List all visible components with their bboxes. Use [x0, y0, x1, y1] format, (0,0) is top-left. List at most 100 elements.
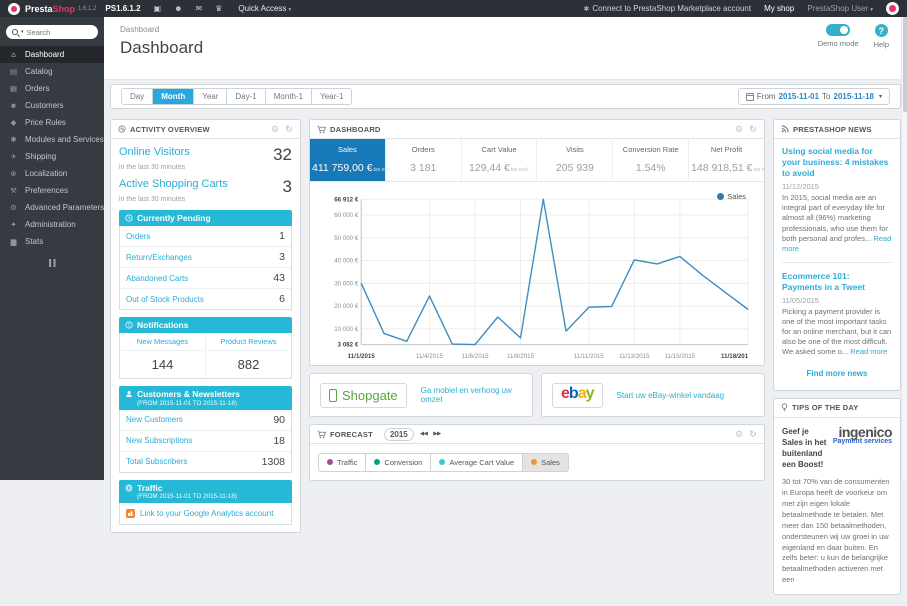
sidebar-item-localization[interactable]: ⊕Localization	[0, 165, 104, 182]
search-input[interactable]	[27, 28, 79, 37]
pending-row-returns[interactable]: Return/Exchanges3	[120, 247, 291, 268]
forecast-toggle-conversion[interactable]: Conversion	[366, 454, 431, 471]
quick-access-menu[interactable]: Quick Access▾	[238, 4, 291, 13]
demo-mode-toggle[interactable]: Demo mode	[818, 24, 859, 49]
sidebar-item-advanced-parameters[interactable]: ⚙Advanced Parameters	[0, 199, 104, 216]
kpi-tab-sales[interactable]: Sales 411 759,00 €tax excl.	[310, 139, 386, 181]
range-button-year[interactable]: Year	[194, 89, 227, 104]
pending-row-abandoned-carts[interactable]: Abandoned Carts43	[120, 268, 291, 289]
shopgate-link[interactable]: Ga mobiel en verhoog uw omzet	[421, 386, 522, 404]
mail-icon[interactable]: ✉	[196, 4, 203, 13]
kpi-tab-net-profit[interactable]: Net Profit 148 918,51 €tax excl.	[689, 139, 764, 181]
range-button-day[interactable]: Day	[122, 89, 153, 104]
scrollbar-track[interactable]	[901, 17, 907, 480]
ebay-link[interactable]: Start uw eBay-winkel vandaag	[617, 391, 725, 400]
pending-row-out-of-stock[interactable]: Out of Stock Products6	[120, 289, 291, 309]
user-icon[interactable]: ☻	[174, 4, 182, 13]
sales-line-chart: 66 912 €60 000 €50 000 €40 000 €30 000 €…	[318, 187, 756, 363]
new-messages-stat[interactable]: New Messages 144	[120, 333, 205, 378]
active-carts-label[interactable]: Active Shopping Carts	[119, 178, 228, 190]
forecast-toggle-sales[interactable]: Sales	[523, 454, 568, 471]
article-title-link[interactable]: Using social media for your business: 4 …	[782, 146, 892, 179]
sidebar-item-modules-services[interactable]: ✱Modules and Services	[0, 131, 104, 148]
sidebar-item-stats[interactable]: ▆Stats	[0, 233, 104, 250]
date-range-picker[interactable]: From 2015-11-01 To 2015-11-18 ▾	[738, 88, 890, 105]
scrollbar-thumb[interactable]	[903, 17, 907, 112]
active-carts-metric[interactable]: Active Shopping Carts 3	[119, 178, 292, 195]
avatar[interactable]	[886, 2, 899, 15]
panel-title: ACTIVITY OVERVIEW	[130, 125, 210, 134]
gear-icon[interactable]: ⚙	[735, 430, 743, 439]
news-article: Ecommerce 101: Payments in a Tweet 11/05…	[782, 271, 892, 358]
chart-legend: Sales	[717, 192, 746, 201]
sidebar-item-catalog[interactable]: ▤Catalog	[0, 63, 104, 80]
range-button-year-1[interactable]: Year-1	[312, 89, 351, 104]
help-icon[interactable]: ?	[875, 24, 888, 37]
sidebar-search[interactable]: ▾	[6, 25, 98, 39]
range-button-group: Day Month Year Day-1 Month-1 Year-1	[121, 88, 352, 105]
forecast-panel: FORECAST ◀◀ ▶▶ ⚙↻ Traffic Conversion Ave…	[309, 424, 765, 481]
online-visitors-metric[interactable]: Online Visitors 32	[119, 146, 292, 163]
chevron-down-icon[interactable]: ▾	[21, 29, 24, 35]
row-new-subscriptions[interactable]: New Subscriptions18	[120, 431, 291, 452]
gear-icon[interactable]: ⚙	[271, 125, 279, 134]
read-more-link[interactable]: Read more	[850, 347, 887, 356]
topbar: PrestaShop 1.6.1.2 PS1.6.1.2 ▣ ☻ ✉ ♛ Qui…	[0, 0, 907, 17]
gear-icon[interactable]: ⚙	[735, 125, 743, 134]
sidebar-item-dashboard[interactable]: ⌂Dashboard	[0, 46, 104, 63]
kpi-tab-conversion-rate[interactable]: Conversion Rate 1.54%	[613, 139, 689, 181]
trophy-icon[interactable]: ♛	[215, 4, 222, 13]
marketplace-link[interactable]: ✱Connect to PrestaShop Marketplace accou…	[583, 4, 751, 13]
kpi-tab-cart-value[interactable]: Cart Value 129,44 €tax excl.	[462, 139, 538, 181]
svg-text:11/4/2015: 11/4/2015	[416, 353, 443, 360]
clock-icon	[125, 214, 133, 222]
refresh-icon[interactable]: ↻	[749, 430, 757, 439]
forecast-toggle-traffic[interactable]: Traffic	[319, 454, 366, 471]
refresh-icon[interactable]: ↻	[749, 125, 757, 134]
google-analytics-icon	[126, 509, 135, 518]
pending-row-orders[interactable]: Orders1	[120, 226, 291, 247]
help-label: Help	[874, 40, 889, 49]
sidebar-item-administration[interactable]: ✦Administration	[0, 216, 104, 233]
my-shop-link[interactable]: My shop	[764, 4, 794, 13]
forecast-toggle-average-cart-value[interactable]: Average Cart Value	[431, 454, 523, 471]
find-more-news-link[interactable]: Find more news	[782, 369, 892, 378]
sidebar-item-customers[interactable]: ☻Customers	[0, 97, 104, 114]
sidebar-item-price-rules[interactable]: ◆Price Rules	[0, 114, 104, 131]
kpi-tab-visits[interactable]: Visits 205 939	[537, 139, 613, 181]
rss-icon	[781, 125, 789, 133]
range-button-month[interactable]: Month	[153, 89, 194, 104]
help-button[interactable]: ? Help	[874, 24, 889, 49]
previous-year-button[interactable]: ◀◀	[420, 431, 427, 437]
breadcrumb[interactable]: Dashboard	[120, 25, 891, 34]
sales-legend-label: Sales	[727, 192, 746, 201]
sidebar-item-label: Catalog	[25, 67, 53, 76]
online-visitors-label[interactable]: Online Visitors	[119, 146, 190, 158]
kpi-tab-orders[interactable]: Orders 3 181	[386, 139, 462, 181]
row-new-customers[interactable]: New Customers90	[120, 410, 291, 431]
range-button-day-1[interactable]: Day-1	[227, 89, 265, 104]
product-reviews-stat[interactable]: Product Reviews 882	[205, 333, 291, 378]
sidebar-item-label: Dashboard	[25, 50, 64, 59]
section-title: Traffic	[137, 483, 237, 493]
row-total-subscribers[interactable]: Total Subscribers1308	[120, 452, 291, 472]
toggle-on-icon[interactable]	[826, 24, 850, 36]
range-button-month-1[interactable]: Month-1	[266, 89, 312, 104]
calendar-icon	[746, 93, 754, 101]
next-year-button[interactable]: ▶▶	[433, 431, 440, 437]
sidebar-collapse-button[interactable]	[0, 259, 104, 267]
ebay-logo: ebay	[552, 383, 603, 408]
forecast-year-input[interactable]	[384, 428, 414, 441]
google-analytics-link[interactable]: Link to your Google Analytics account	[119, 503, 292, 525]
article-title-link[interactable]: Ecommerce 101: Payments in a Tweet	[782, 271, 892, 293]
average-cart-value-dot-icon	[439, 459, 445, 465]
cart-icon[interactable]: ▣	[154, 4, 162, 13]
refresh-icon[interactable]: ↻	[285, 125, 293, 134]
sidebar-item-preferences[interactable]: ⚒Preferences	[0, 182, 104, 199]
sidebar-item-shipping[interactable]: ✈Shipping	[0, 148, 104, 165]
user-menu[interactable]: PrestaShop User▾	[807, 4, 873, 13]
sidebar-item-label: Stats	[25, 237, 43, 246]
date-toolbar: Day Month Year Day-1 Month-1 Year-1 From…	[110, 84, 901, 109]
article-date: 11/12/2015	[782, 182, 892, 191]
sidebar-item-orders[interactable]: ▦Orders	[0, 80, 104, 97]
